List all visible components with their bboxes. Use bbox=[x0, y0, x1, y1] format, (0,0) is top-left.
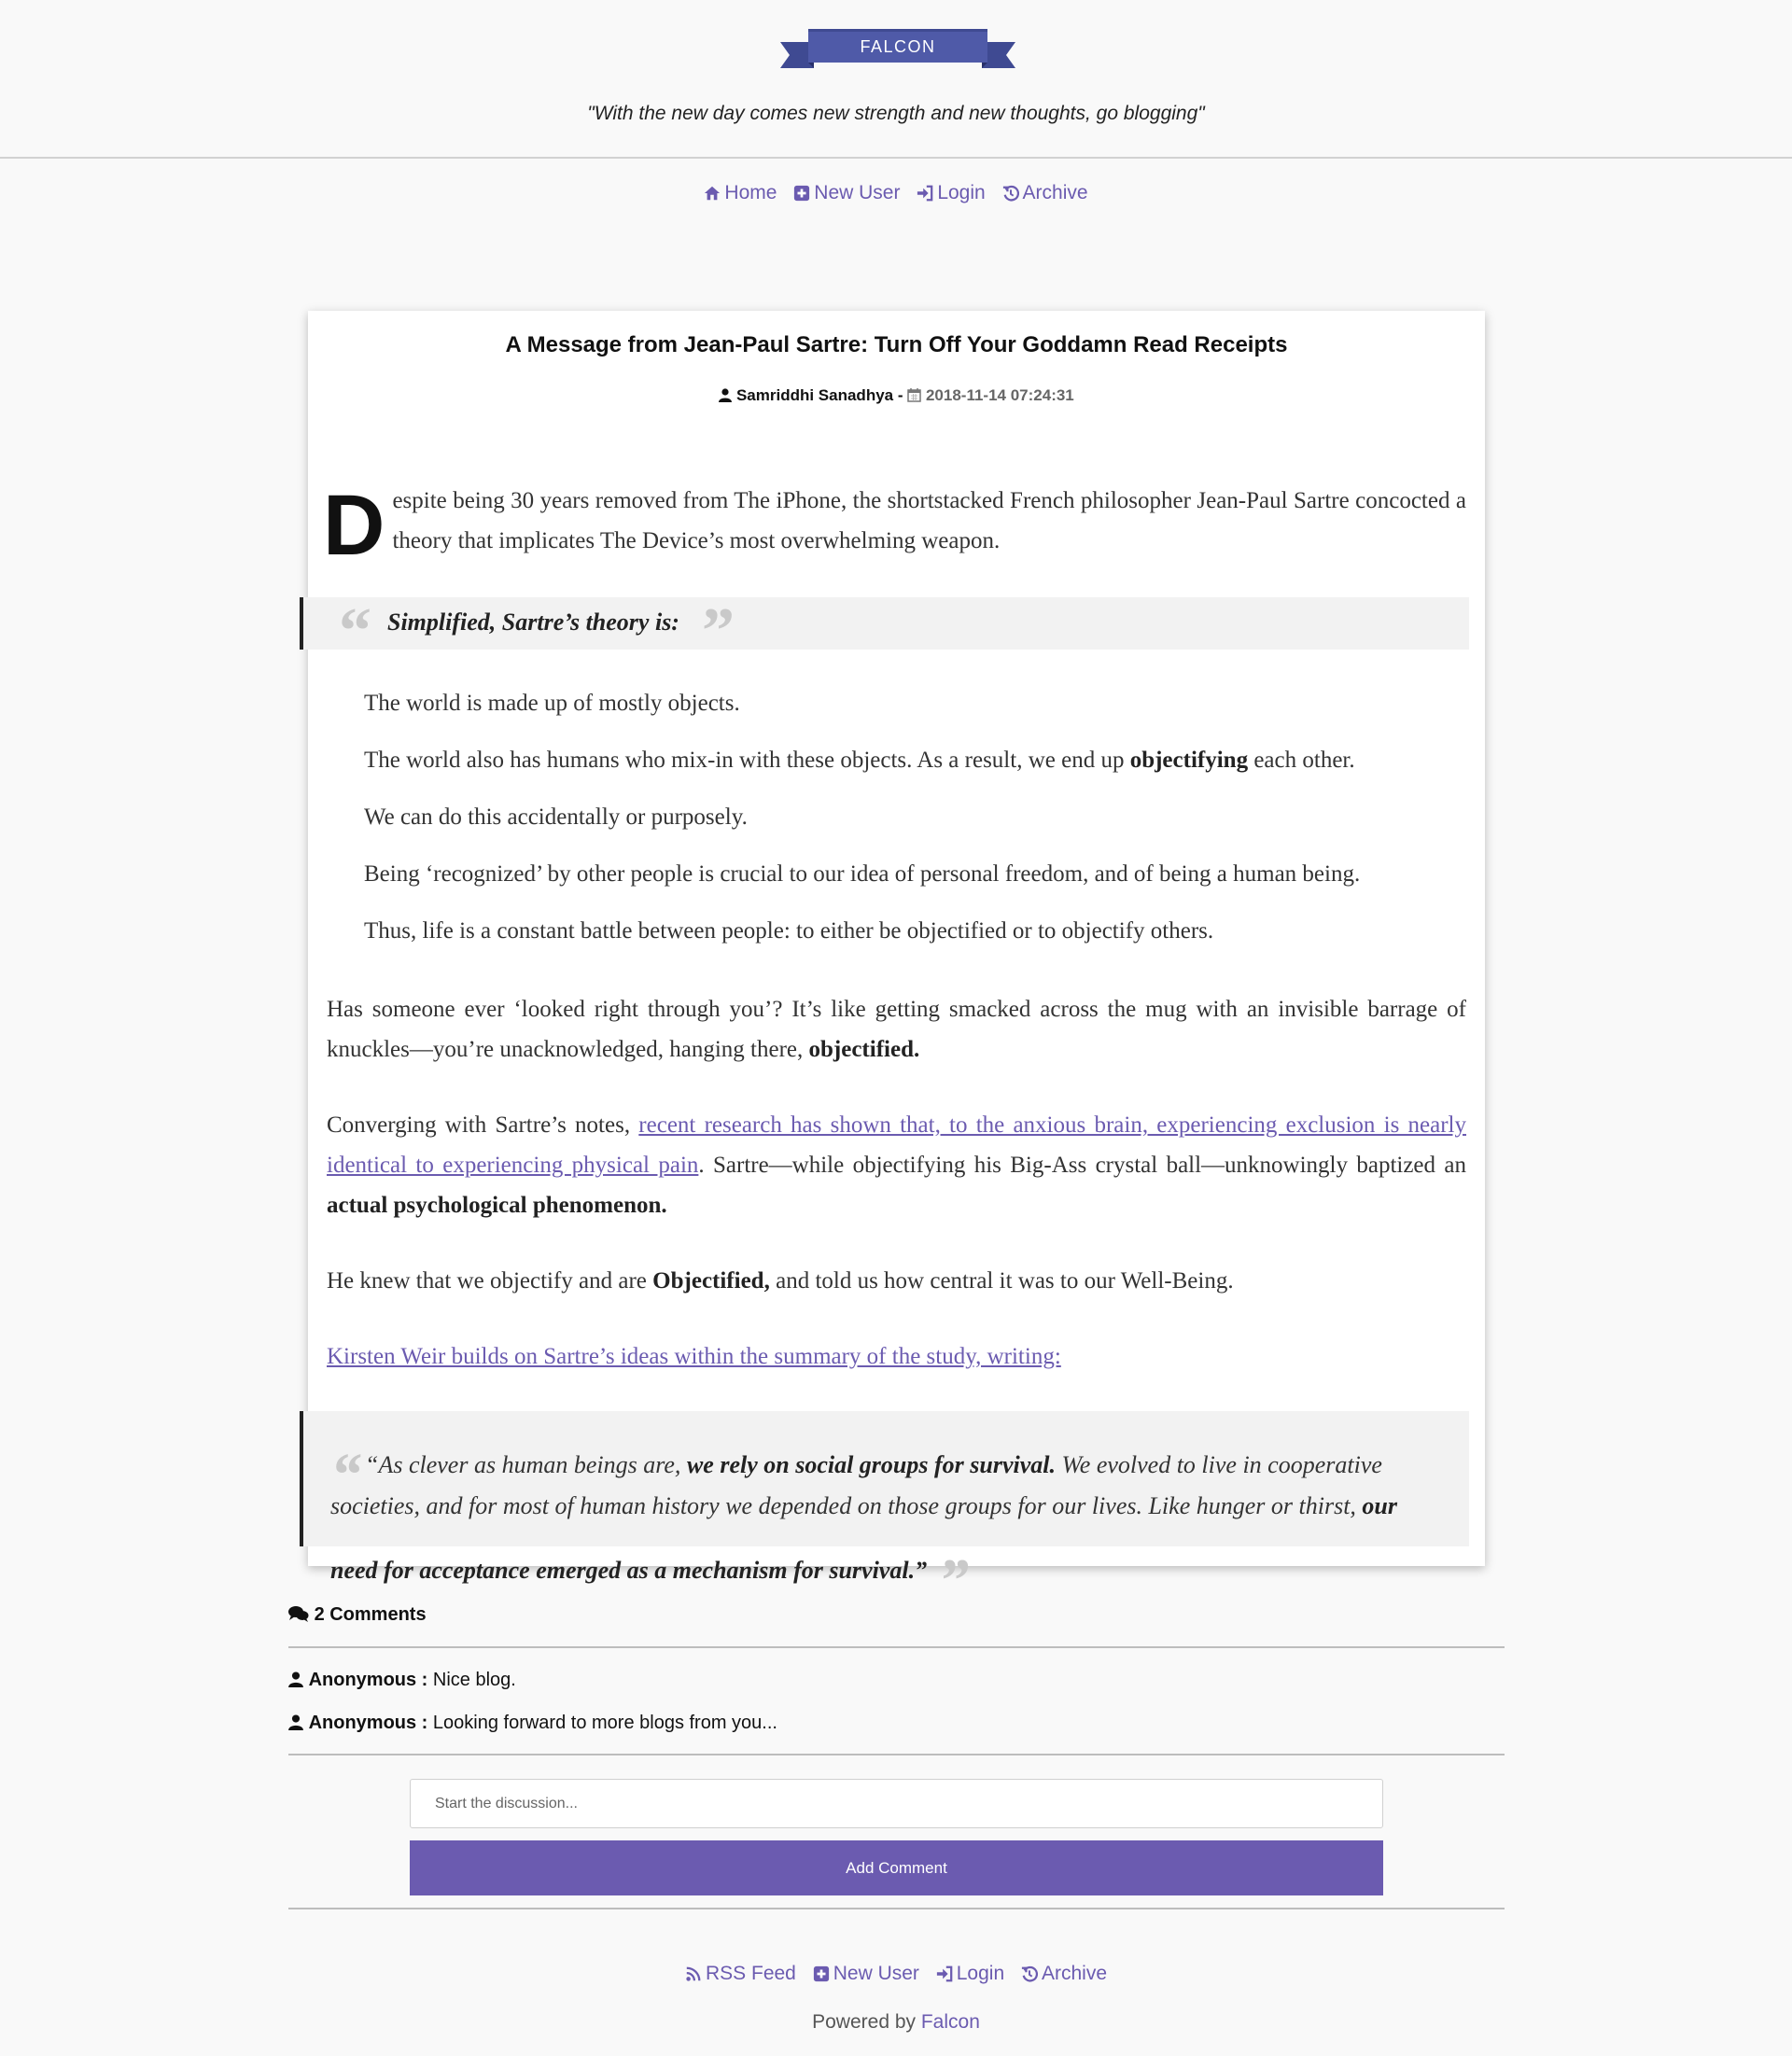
theory-item-4: Being ‘recognized’ by other people is cr… bbox=[364, 861, 1361, 887]
paragraph-4-bold: Objectified, bbox=[652, 1268, 770, 1294]
paragraph-2: Has someone ever ‘looked right through y… bbox=[327, 989, 1466, 1070]
footer-archive-label: Archive bbox=[1041, 1963, 1108, 1984]
sign-in-icon bbox=[936, 1965, 953, 1982]
open-quote-icon: “ bbox=[339, 595, 371, 667]
theory-item-3: We can do this accidentally or purposely… bbox=[364, 804, 748, 830]
open-quote-icon: “ bbox=[330, 1441, 361, 1509]
pull-quote: “ Simplified, Sartre’s theory is: ” bbox=[300, 597, 1469, 664]
intro-text: espite being 30 years removed from The i… bbox=[392, 488, 1466, 553]
comment-text: Nice blog. bbox=[432, 1670, 516, 1690]
paragraph-4-post: and told us how central it was to our We… bbox=[769, 1268, 1234, 1294]
comment-text: Looking forward to more blogs from you..… bbox=[432, 1713, 777, 1733]
paragraph-3-pre: Converging with Sartre’s notes, bbox=[327, 1112, 639, 1138]
intro-paragraph: D espite being 30 years removed from The… bbox=[323, 481, 1466, 568]
footer-rss-label: RSS Feed bbox=[705, 1963, 796, 1984]
paragraph-3-mid: . Sartre—while objectifying his Big-Ass … bbox=[698, 1153, 1466, 1178]
divider bbox=[288, 1754, 1505, 1755]
falcon-link[interactable]: Falcon bbox=[921, 2011, 980, 2033]
paragraph-3: Converging with Sartre’s notes, recent r… bbox=[327, 1105, 1466, 1225]
falcon-logo[interactable]: FALCON bbox=[780, 27, 1015, 72]
post-meta: Samriddhi Sanadhya - 2018-11-14 07:24:31 bbox=[308, 386, 1485, 405]
divider bbox=[288, 1646, 1505, 1648]
add-comment-button[interactable]: Add Comment bbox=[410, 1840, 1383, 1895]
nav-login-link[interactable]: Login bbox=[917, 182, 986, 204]
theory-item-2: The world also has humans who mix-in wit… bbox=[364, 748, 1355, 774]
history-icon bbox=[1021, 1965, 1038, 1982]
nav-archive-label: Archive bbox=[1022, 182, 1088, 203]
plus-square-icon bbox=[813, 1965, 829, 1982]
nav-home-link[interactable]: Home bbox=[704, 182, 777, 204]
powered-by: Powered by Falcon bbox=[0, 2011, 1792, 2034]
paragraph-4: He knew that we objectify and are Object… bbox=[327, 1261, 1466, 1301]
paragraph-3-bold: actual psychological phenomenon. bbox=[327, 1193, 667, 1218]
footer-nav: RSS Feed New User Login Archive bbox=[0, 1963, 1792, 1988]
theory-item-2-post: each other. bbox=[1248, 748, 1355, 773]
post-author[interactable]: Samriddhi Sanadhya - bbox=[736, 386, 903, 404]
user-icon bbox=[719, 388, 733, 402]
top-nav: Home New User Login Archive bbox=[0, 182, 1792, 207]
user-icon bbox=[288, 1671, 303, 1687]
footer-login-link[interactable]: Login bbox=[936, 1963, 1004, 1985]
logo-text: FALCON bbox=[860, 37, 935, 56]
paragraph-4-pre: He knew that we objectify and are bbox=[327, 1268, 653, 1294]
calendar-icon bbox=[907, 388, 921, 402]
theory-item-1: The world is made up of mostly objects. bbox=[364, 691, 740, 716]
nav-home-label: Home bbox=[724, 182, 777, 203]
paragraph-5: Kirsten Weir builds on Sartre’s ideas wi… bbox=[327, 1336, 1466, 1377]
user-icon bbox=[288, 1714, 303, 1730]
close-quote-icon: ” bbox=[702, 595, 735, 667]
nav-login-label: Login bbox=[937, 182, 986, 203]
footer-new-user-link[interactable]: New User bbox=[813, 1963, 919, 1985]
sign-in-icon bbox=[917, 185, 933, 202]
site-header: FALCON "With the new day comes new stren… bbox=[0, 0, 1792, 159]
post-title: A Message from Jean-Paul Sartre: Turn Of… bbox=[505, 332, 1288, 357]
home-icon bbox=[705, 186, 721, 201]
history-icon bbox=[1002, 185, 1019, 202]
nav-archive-link[interactable]: Archive bbox=[1002, 182, 1088, 204]
comment-input[interactable] bbox=[410, 1779, 1383, 1828]
study-summary-link[interactable]: Kirsten Weir builds on Sartre’s ideas wi… bbox=[327, 1344, 1061, 1369]
theory-item-2-pre: The world also has humans who mix-in wit… bbox=[364, 748, 1130, 773]
comment-item: Anonymous : Nice blog. bbox=[288, 1670, 516, 1691]
plus-square-icon bbox=[794, 185, 810, 202]
pull-quote-text: Simplified, Sartre’s theory is: bbox=[387, 608, 679, 636]
post-date: 2018-11-14 07:24:31 bbox=[925, 386, 1074, 404]
comments-icon bbox=[288, 1606, 309, 1622]
close-quote-icon: ” bbox=[938, 1546, 970, 1615]
footer-login-label: Login bbox=[956, 1963, 1005, 1984]
quote-part-a: “As clever as human beings are, bbox=[365, 1451, 687, 1478]
nav-new-user-link[interactable]: New User bbox=[793, 182, 900, 204]
footer-archive-link[interactable]: Archive bbox=[1021, 1963, 1107, 1985]
theory-item-2-bold: objectifying bbox=[1129, 748, 1249, 773]
site-tagline: "With the new day comes new strength and… bbox=[587, 103, 1205, 124]
drop-cap: D bbox=[323, 478, 385, 573]
comments-heading: 2 Comments bbox=[288, 1604, 427, 1626]
theory-item-5: Thus, life is a constant battle between … bbox=[364, 918, 1214, 944]
powered-by-text: Powered by bbox=[812, 2011, 917, 2033]
quote-part-b: we rely on social groups for survival. bbox=[686, 1451, 1057, 1478]
nav-new-user-label: New User bbox=[814, 182, 901, 203]
block-quote-text: ““As clever as human beings are, we rely… bbox=[330, 1420, 1450, 1614]
comments-count: 2 Comments bbox=[314, 1604, 427, 1625]
comment-author: Anonymous : bbox=[308, 1713, 428, 1733]
comment-author: Anonymous : bbox=[308, 1670, 428, 1690]
comment-item: Anonymous : Looking forward to more blog… bbox=[288, 1713, 777, 1734]
footer-new-user-label: New User bbox=[833, 1963, 919, 1984]
rss-icon bbox=[686, 1966, 701, 1981]
block-quote: ““As clever as human beings are, we rely… bbox=[300, 1411, 1469, 1614]
paragraph-2-bold: objectified. bbox=[808, 1037, 920, 1062]
footer-rss-link[interactable]: RSS Feed bbox=[685, 1963, 796, 1985]
divider bbox=[288, 1908, 1505, 1909]
